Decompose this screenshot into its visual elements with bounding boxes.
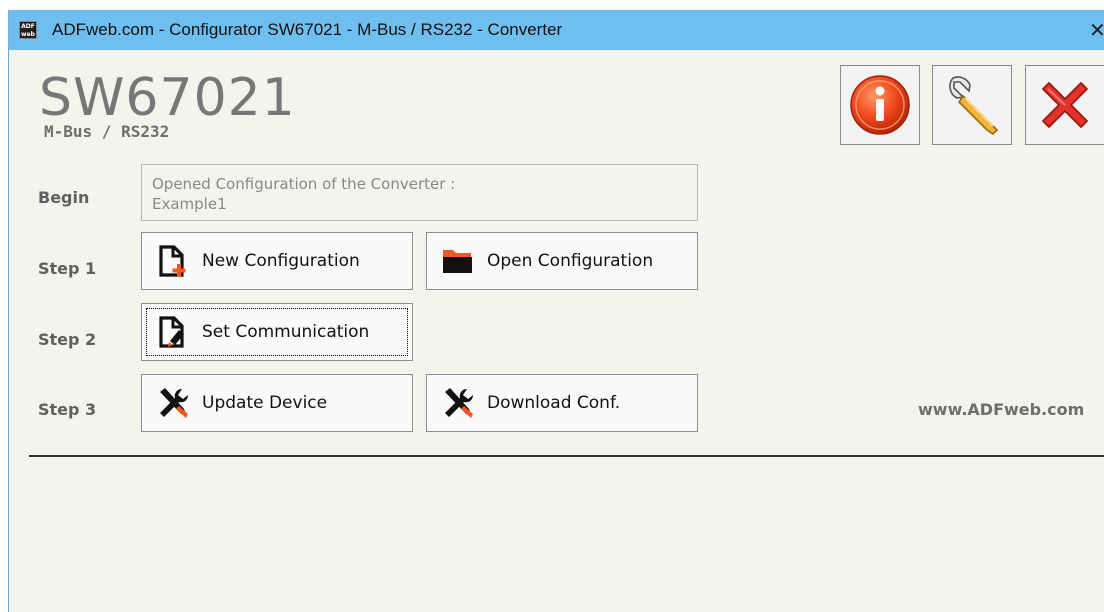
section-divider [29,455,1104,457]
set-communication-button[interactable]: Set Communication [141,303,413,361]
window-title: ADFweb.com - Configurator SW67021 - M-Bu… [52,20,563,39]
folder-open-icon [435,233,481,289]
new-configuration-button[interactable]: New Configuration [141,232,413,290]
edit-file-icon [150,304,196,360]
exit-button[interactable] [1025,65,1104,145]
settings-button[interactable] [932,65,1012,145]
app-logo-text: ADF web [21,23,35,38]
open-configuration-label: Open Configuration [487,251,654,271]
website-link[interactable]: www.ADFweb.com [918,400,1084,419]
new-configuration-label: New Configuration [202,251,360,271]
product-title: SW67021 [39,68,296,128]
download-configuration-label: Download Conf. [487,393,621,413]
tools-icon [435,375,481,431]
begin-label: Begin [38,188,90,207]
step2-label: Step 2 [38,330,97,349]
title-bar: ADF web ADFweb.com - Configurator SW6702… [9,10,1104,50]
info-button[interactable] [840,65,920,145]
update-device-label: Update Device [202,393,328,413]
open-configuration-button[interactable]: Open Configuration [426,232,698,290]
step1-label: Step 1 [38,259,97,278]
window-close-button[interactable]: ✕ [1089,18,1104,42]
download-configuration-button[interactable]: Download Conf. [426,374,698,432]
status-line-1: Opened Configuration of the Converter : [152,175,456,193]
set-communication-label: Set Communication [202,322,370,342]
info-icon [850,75,910,135]
tools-icon [150,375,196,431]
step3-label: Step 3 [38,400,97,419]
status-line-2: Example1 [152,195,227,213]
product-subtitle: M-Bus / RS232 [44,122,170,141]
app-logo-icon: ADF web [19,21,37,39]
configurator-window: ADF web ADFweb.com - Configurator SW6702… [8,10,1104,612]
wrench-icon [949,76,999,136]
close-icon [1042,82,1088,128]
update-device-button[interactable]: Update Device [141,374,413,432]
new-file-icon [150,233,196,289]
configuration-status-box: Opened Configuration of the Converter : … [141,164,698,221]
